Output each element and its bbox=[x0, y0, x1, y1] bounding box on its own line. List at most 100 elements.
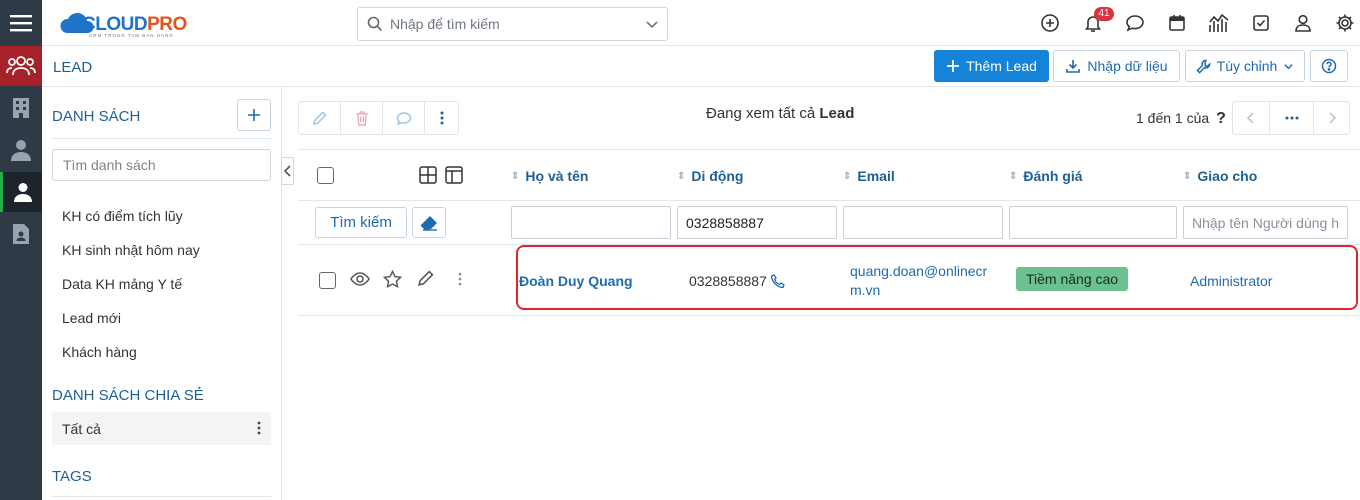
paging-text: 1 đến 1 của bbox=[1136, 110, 1210, 126]
profile-button[interactable] bbox=[1292, 12, 1314, 34]
column-header-rating[interactable]: ⇕ Đánh giá bbox=[1009, 168, 1083, 184]
column-header-email[interactable]: ⇕ Email bbox=[843, 168, 895, 184]
customize-label: Tùy chỉnh bbox=[1216, 58, 1278, 74]
split-view-button[interactable] bbox=[445, 166, 463, 184]
list-item[interactable]: Data KH mảng Y tế bbox=[62, 276, 182, 292]
cloudpro-logo[interactable]: CLOUDPRO CRM TRONG TAM BAN HANG bbox=[58, 9, 188, 39]
person-icon bbox=[13, 183, 32, 202]
eye-icon bbox=[350, 272, 370, 286]
column-header-name[interactable]: ⇕ Họ và tên bbox=[511, 168, 588, 184]
customize-button[interactable]: Tùy chỉnh bbox=[1185, 50, 1305, 82]
row-checkbox[interactable] bbox=[319, 272, 336, 289]
row-star-button[interactable] bbox=[383, 270, 402, 288]
rail-item-organizations[interactable] bbox=[0, 88, 42, 128]
chevron-right-icon bbox=[1328, 112, 1336, 124]
download-icon bbox=[1066, 60, 1081, 73]
pencil-icon bbox=[418, 270, 434, 286]
list-search-input[interactable] bbox=[52, 149, 271, 181]
chart-icon bbox=[1209, 13, 1229, 32]
mass-comment-button[interactable] bbox=[383, 102, 425, 134]
list-heading: DANH SÁCH bbox=[52, 108, 141, 125]
tasks-button[interactable] bbox=[1250, 12, 1272, 34]
column-header-assignee[interactable]: ⇕ Giao cho bbox=[1183, 168, 1257, 184]
row-more-button[interactable] bbox=[458, 271, 462, 287]
add-list-button[interactable] bbox=[237, 99, 271, 131]
global-search[interactable] bbox=[357, 7, 668, 41]
more-actions-button[interactable] bbox=[425, 102, 458, 134]
plus-circle-icon bbox=[1041, 14, 1059, 32]
column-layout-button[interactable] bbox=[419, 166, 437, 184]
module-title[interactable]: LEAD bbox=[53, 59, 92, 76]
building-icon bbox=[13, 98, 29, 118]
reports-button[interactable] bbox=[1208, 12, 1230, 34]
list-sidebar: DANH SÁCH KH có điểm tích lũy KH sinh nh… bbox=[42, 87, 282, 500]
list-item[interactable]: KH sinh nhật hôm nay bbox=[62, 242, 200, 258]
chevron-down-icon[interactable] bbox=[645, 17, 659, 31]
rail-item-lead[interactable] bbox=[0, 172, 42, 212]
trash-icon bbox=[355, 110, 368, 126]
list-item[interactable]: KH có điểm tích lũy bbox=[62, 208, 183, 224]
notifications-badge: 41 bbox=[1094, 7, 1114, 21]
kebab-menu-icon bbox=[458, 272, 462, 286]
kebab-menu-icon[interactable] bbox=[257, 420, 261, 436]
row-preview-button[interactable] bbox=[350, 271, 370, 287]
user-icon bbox=[1295, 14, 1311, 32]
column-header-label: Di động bbox=[691, 168, 744, 184]
shared-list-item[interactable]: Tất cả bbox=[52, 412, 271, 445]
filter-search-button[interactable]: Tìm kiếm bbox=[315, 207, 407, 238]
search-input[interactable] bbox=[390, 12, 630, 36]
filter-email-input[interactable] bbox=[843, 206, 1003, 239]
column-header-mobile[interactable]: ⇕ Di động bbox=[677, 168, 744, 184]
kebab-menu-icon bbox=[440, 111, 443, 125]
clear-filter-button[interactable] bbox=[412, 207, 446, 238]
shared-list-heading: DANH SÁCH CHIA SẺ bbox=[52, 387, 204, 404]
quick-create-button[interactable] bbox=[1039, 12, 1061, 34]
viewing-label: Đang xem tất cả Lead bbox=[706, 105, 854, 122]
help-circle-icon bbox=[1321, 58, 1337, 74]
module-rail bbox=[0, 0, 42, 500]
logo-brand-right: PRO bbox=[147, 14, 187, 35]
add-lead-button[interactable]: Thêm Lead bbox=[934, 50, 1049, 82]
page-jump-button[interactable] bbox=[1270, 102, 1314, 134]
mass-delete-button[interactable] bbox=[341, 102, 383, 134]
import-button[interactable]: Nhập dữ liệu bbox=[1053, 50, 1180, 82]
more-horizontal-icon bbox=[1285, 116, 1298, 120]
filter-mobile-input[interactable] bbox=[677, 206, 837, 239]
divider bbox=[52, 138, 271, 139]
list-item[interactable]: Khách hàng bbox=[62, 344, 137, 360]
rail-item-leads-group[interactable] bbox=[0, 46, 42, 86]
calendar-icon bbox=[1169, 15, 1185, 31]
calendar-button[interactable] bbox=[1166, 12, 1188, 34]
settings-button[interactable] bbox=[1334, 12, 1356, 34]
column-header-label: Họ và tên bbox=[525, 168, 589, 184]
grid-icon bbox=[419, 166, 437, 184]
next-page-button[interactable] bbox=[1314, 102, 1349, 134]
list-item[interactable]: Lead mới bbox=[62, 310, 121, 326]
columns-icon bbox=[445, 166, 463, 184]
rail-item-documents[interactable] bbox=[0, 214, 42, 254]
contact-person-icon bbox=[11, 140, 31, 161]
filter-assignee-input[interactable] bbox=[1183, 206, 1348, 239]
divider bbox=[52, 496, 271, 497]
plus-icon bbox=[947, 60, 960, 72]
pagination bbox=[1232, 101, 1350, 135]
filter-name-input[interactable] bbox=[511, 206, 671, 239]
wrench-icon bbox=[1195, 59, 1211, 74]
row-edit-button[interactable] bbox=[417, 270, 434, 287]
star-icon bbox=[383, 270, 402, 288]
prev-page-button[interactable] bbox=[1233, 102, 1270, 134]
filter-rating-input[interactable] bbox=[1009, 206, 1177, 239]
hamburger-menu-button[interactable] bbox=[0, 0, 42, 46]
mass-action-toolbar bbox=[298, 101, 459, 135]
total-count-button[interactable]: ? bbox=[1216, 110, 1226, 127]
help-button[interactable] bbox=[1310, 50, 1348, 82]
mass-edit-button[interactable] bbox=[299, 102, 341, 134]
logo-tagline: CRM TRONG TAM BAN HANG bbox=[89, 33, 174, 38]
rail-item-contacts[interactable] bbox=[0, 130, 42, 170]
select-all-checkbox[interactable] bbox=[317, 167, 334, 184]
chat-button[interactable] bbox=[1124, 12, 1146, 34]
sort-icon: ⇕ bbox=[677, 170, 686, 182]
users-group-icon bbox=[6, 56, 36, 76]
sort-icon: ⇕ bbox=[1183, 170, 1192, 182]
tags-heading: TAGS bbox=[52, 468, 92, 485]
